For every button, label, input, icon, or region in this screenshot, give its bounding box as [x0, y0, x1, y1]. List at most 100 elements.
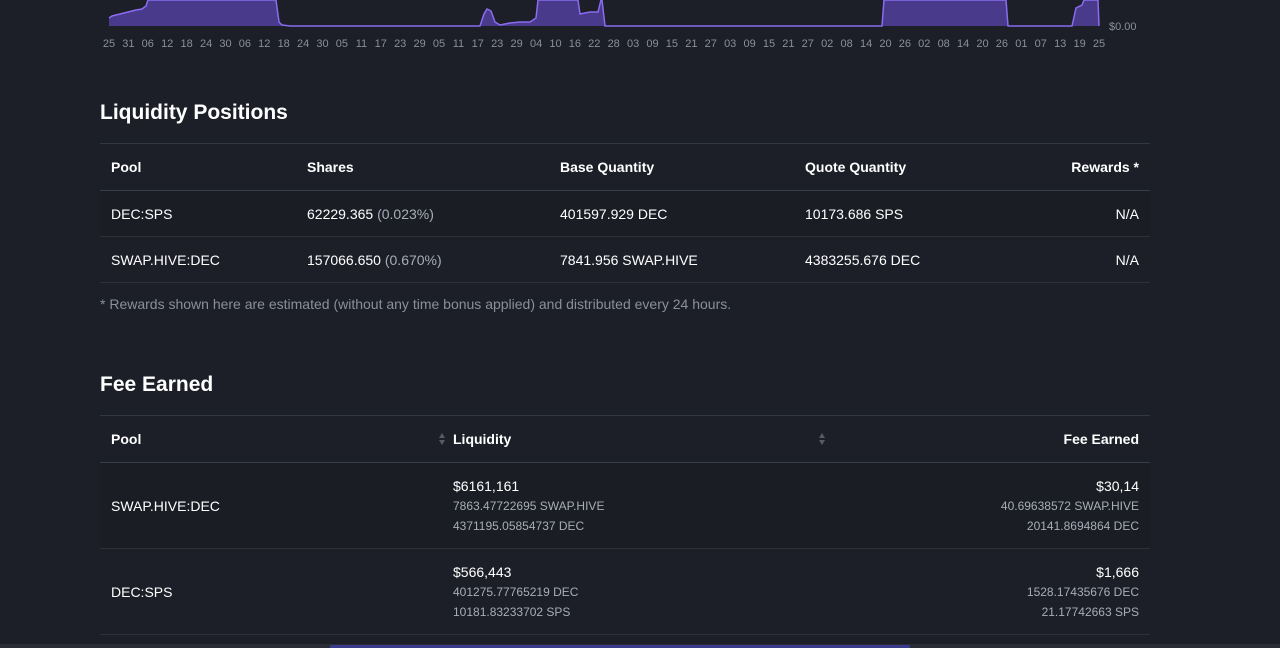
shares-value: 62229.365 — [307, 205, 374, 222]
chart-x-tick-label: 27 — [802, 38, 814, 50]
chart-x-tick-label: 25 — [1093, 38, 1105, 50]
sort-icon[interactable] — [439, 433, 445, 445]
chart-x-tick-label: 12 — [258, 38, 270, 50]
shares-percent: (0.023%) — [377, 205, 434, 222]
shares-cell: 157066.650 (0.670%) — [296, 236, 549, 283]
chart-x-tick-label: 23 — [491, 38, 503, 50]
liquidity-history-chart: $0.00 25 31 06 12 18 24 30 06 12 18 24 30 05 11 17 23 29… — [0, 0, 1280, 56]
chart-x-tick-label: 19 — [1073, 38, 1085, 50]
chart-x-tick-label: 13 — [1054, 38, 1066, 50]
shares-value: 157066.650 — [307, 251, 381, 268]
chart-x-tick-label: 01 — [1015, 38, 1027, 50]
quote-quantity-cell: 10173.686 SPS — [794, 190, 1016, 237]
chart-svg: $0.00 25 31 06 12 18 24 30 06 12 18 24 30 05 11 17 23 29… — [103, 0, 1137, 50]
chart-x-tick-label: 26 — [899, 38, 911, 50]
chart-x-tick-label: 06 — [142, 38, 154, 50]
rewards-cell: N/A — [1016, 236, 1150, 283]
chart-x-tick-label: 14 — [860, 38, 872, 50]
chart-x-tick-label: 10 — [549, 38, 561, 50]
chart-x-tick-label: 26 — [996, 38, 1008, 50]
column-header-fee-earned[interactable]: Fee Earned — [819, 415, 1150, 463]
pool-cell: SWAP.HIVE:DEC — [100, 236, 296, 283]
column-header-liquidity-label: Liquidity — [453, 431, 512, 447]
fee-amount-line: 1528.17435676 DEC — [1026, 584, 1139, 599]
chart-x-tick-label: 21 — [685, 38, 697, 50]
chart-x-tick-label: 03 — [627, 38, 639, 50]
shares-cell: 62229.365 (0.023%) — [296, 190, 549, 237]
chart-x-tick-label: 06 — [239, 38, 251, 50]
chart-x-tick-label: 15 — [763, 38, 775, 50]
chart-x-tick-label: 08 — [938, 38, 950, 50]
chart-x-tick-label: 17 — [472, 38, 484, 50]
column-header-shares[interactable]: Shares — [296, 143, 549, 191]
chart-x-tick-label: 02 — [918, 38, 930, 50]
liquidity-amount-line: 401275.77765219 DEC — [453, 584, 579, 599]
fee-amount-line: 40.69638572 SWAP.HIVE — [1000, 498, 1139, 513]
chart-x-tick-label: 12 — [161, 38, 173, 50]
table-row: DEC:SPS 62229.365 (0.023%) 401597.929 DE… — [100, 190, 1150, 237]
chart-x-tick-label: 08 — [840, 38, 852, 50]
chart-x-tick-label: 17 — [375, 38, 387, 50]
table-row: SWAP.HIVE:DEC $6161,161 7863.47722695 SW… — [100, 462, 1150, 549]
chart-x-tick-label: 16 — [569, 38, 581, 50]
chart-x-tick-label: 04 — [530, 38, 542, 50]
liquidity-cell: $6161,161 7863.47722695 SWAP.HIVE 437119… — [442, 462, 819, 549]
chart-x-tick-label: 14 — [957, 38, 969, 50]
chart-x-tick-label: 15 — [666, 38, 678, 50]
column-header-pool[interactable]: Pool — [100, 143, 296, 191]
sort-icon[interactable] — [819, 433, 825, 445]
table-header-row: Pool Liquidity Fee Earned — [100, 415, 1150, 463]
fee-cell: $1,666 1528.17435676 DEC 21.17742663 SPS — [819, 548, 1150, 635]
chart-x-tick-label: 09 — [743, 38, 755, 50]
chart-x-tick-label: 25 — [103, 38, 115, 50]
chart-x-tick-label: 30 — [316, 38, 328, 50]
chart-x-tick-label: 30 — [219, 38, 231, 50]
chart-x-tick-label: 18 — [278, 38, 290, 50]
chart-x-tick-label: 20 — [879, 38, 891, 50]
chart-x-tick-label: 24 — [200, 38, 212, 50]
table-row: SWAP.HIVE:DEC 157066.650 (0.670%) 7841.9… — [100, 236, 1150, 283]
column-header-rewards[interactable]: Rewards * — [1016, 143, 1150, 191]
column-header-base-quantity[interactable]: Base Quantity — [549, 143, 794, 191]
chart-x-tick-label: 20 — [976, 38, 988, 50]
liquidity-positions-title: Liquidity Positions — [100, 101, 288, 124]
column-header-pool[interactable]: Pool — [100, 415, 442, 463]
table-row: DEC:SPS $566,443 401275.77765219 DEC 101… — [100, 548, 1150, 635]
chart-x-tick-label: 28 — [608, 38, 620, 50]
liquidity-usd: $6161,161 — [453, 477, 520, 494]
chart-x-tick-label: 02 — [821, 38, 833, 50]
rewards-cell: N/A — [1016, 190, 1150, 237]
column-header-liquidity[interactable]: Liquidity — [439, 415, 825, 463]
chart-x-tick-label: 21 — [782, 38, 794, 50]
chart-x-tick-label: 05 — [336, 38, 348, 50]
base-quantity-cell: 401597.929 DEC — [549, 190, 794, 237]
pool-cell: DEC:SPS — [100, 190, 296, 237]
liquidity-positions-table: Pool Shares Base Quantity Quote Quantity… — [100, 143, 1150, 283]
pool-cell: DEC:SPS — [100, 548, 442, 635]
liquidity-amount-line: 10181.83233702 SPS — [453, 604, 571, 619]
fee-earned-title: Fee Earned — [100, 373, 214, 396]
base-quantity-cell: 7841.956 SWAP.HIVE — [549, 236, 794, 283]
chart-x-ticks: 25 31 06 12 18 24 30 06 12 18 24 30 05 11 17 23 29 05 11 17… — [103, 38, 1105, 50]
fee-amount-line: 20141.8694864 DEC — [1026, 518, 1139, 533]
quote-quantity-cell: 4383255.676 DEC — [794, 236, 1016, 283]
shares-percent: (0.670%) — [384, 251, 442, 268]
chart-y-axis-label: $0.00 — [1109, 21, 1137, 33]
rewards-footnote: * Rewards shown here are estimated (with… — [100, 296, 732, 312]
chart-x-tick-label: 22 — [588, 38, 600, 50]
liquidity-usd: $566,443 — [453, 563, 512, 580]
chart-x-tick-label: 29 — [510, 38, 522, 50]
chart-x-tick-label: 09 — [646, 38, 658, 50]
liquidity-cell: $566,443 401275.77765219 DEC 10181.83233… — [442, 548, 819, 635]
fee-amount-line: 21.17742663 SPS — [1041, 604, 1139, 619]
fee-usd: $30,14 — [1096, 477, 1139, 494]
chart-x-tick-label: 27 — [705, 38, 717, 50]
chart-x-tick-label: 29 — [413, 38, 425, 50]
chart-x-tick-label: 31 — [122, 38, 134, 50]
chart-x-tick-label: 05 — [433, 38, 445, 50]
column-header-quote-quantity[interactable]: Quote Quantity — [794, 143, 1016, 191]
chart-x-tick-label: 11 — [356, 38, 367, 50]
liquidity-amount-line: 7863.47722695 SWAP.HIVE — [453, 498, 605, 513]
fee-cell: $30,14 40.69638572 SWAP.HIVE 20141.86948… — [819, 462, 1150, 549]
chart-x-tick-label: 18 — [180, 38, 192, 50]
